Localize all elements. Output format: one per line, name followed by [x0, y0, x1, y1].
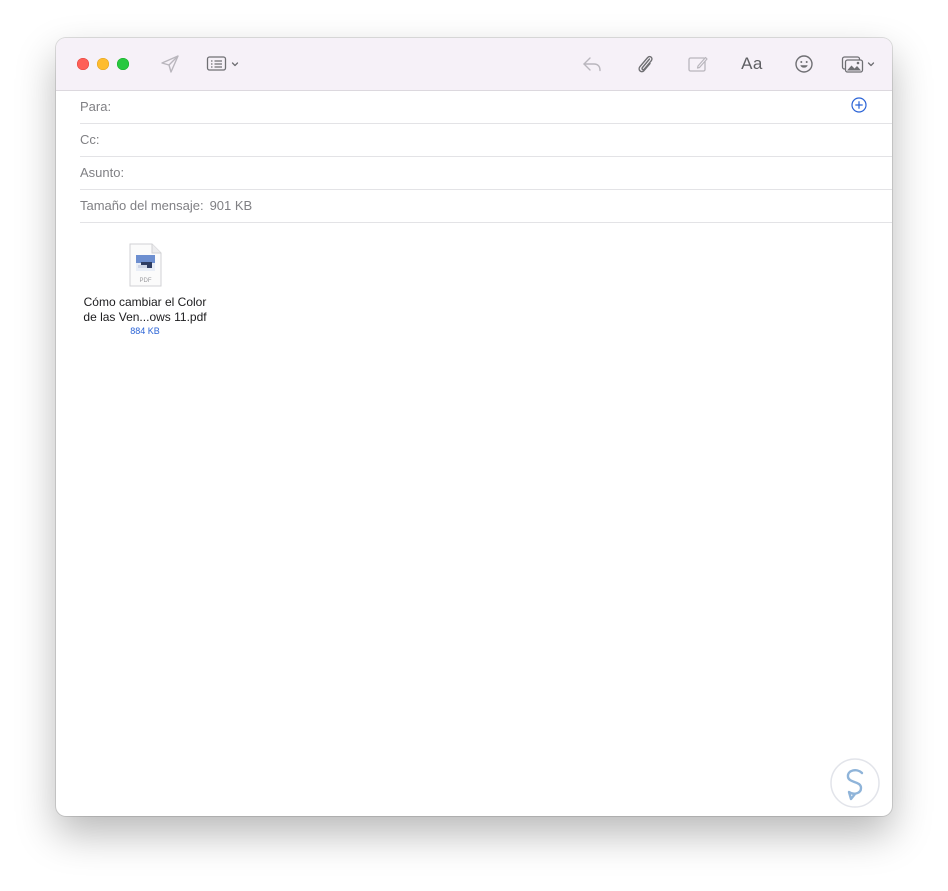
add-contact-button[interactable] — [850, 96, 868, 114]
header-fields-button[interactable] — [206, 52, 242, 76]
paperclip-icon — [638, 55, 653, 73]
font-button[interactable]: Aa — [738, 52, 766, 76]
reply-icon — [583, 57, 601, 72]
close-button[interactable] — [77, 58, 89, 70]
message-size-value: 901 KB — [209, 198, 253, 213]
photo-browser-icon — [841, 56, 875, 73]
attachment[interactable]: PDF Cómo cambiar el Color de las Ven...o… — [78, 243, 212, 337]
cc-label: Cc: — [80, 132, 100, 147]
to-field[interactable]: Para: — [80, 90, 892, 124]
subject-label: Asunto: — [80, 165, 125, 180]
message-size-label: Tamaño del mensaje: — [80, 198, 204, 213]
attach-button[interactable] — [634, 52, 656, 76]
toolbar: Aa — [56, 38, 892, 91]
zoom-button[interactable] — [117, 58, 129, 70]
plus-circle-icon — [851, 97, 867, 113]
attachment-name: Cómo cambiar el Color de las Ven...ows 1… — [78, 295, 212, 325]
attachment-name-line1: Cómo cambiar el Color — [83, 295, 207, 309]
emoji-button[interactable] — [793, 52, 815, 76]
send-icon — [161, 55, 179, 73]
subject-field[interactable]: Asunto: — [80, 156, 892, 190]
send-button[interactable] — [158, 52, 182, 76]
minimize-button[interactable] — [97, 58, 109, 70]
photo-browser-button[interactable] — [841, 52, 877, 76]
markup-icon — [688, 56, 708, 72]
to-label: Para: — [80, 99, 112, 114]
watermark-logo — [829, 757, 881, 809]
font-icon: Aa — [741, 54, 763, 73]
attachment-size: 884 KB — [130, 326, 160, 336]
markup-button[interactable] — [686, 52, 710, 76]
reply-button[interactable] — [580, 52, 604, 76]
cc-field[interactable]: Cc: — [80, 123, 892, 157]
attachment-name-line2: de las Ven...ows 11.pdf — [83, 310, 207, 324]
emoji-icon — [795, 55, 813, 73]
message-size-row: Tamaño del mensaje: 901 KB — [80, 189, 892, 223]
header-fields-icon — [206, 56, 239, 71]
pdf-file-icon: PDF — [128, 243, 162, 287]
mail-compose-window: Aa Para: Cc: Asunto: Tamaño del mensaje:… — [56, 38, 892, 816]
pdf-type-label: PDF — [140, 278, 152, 284]
